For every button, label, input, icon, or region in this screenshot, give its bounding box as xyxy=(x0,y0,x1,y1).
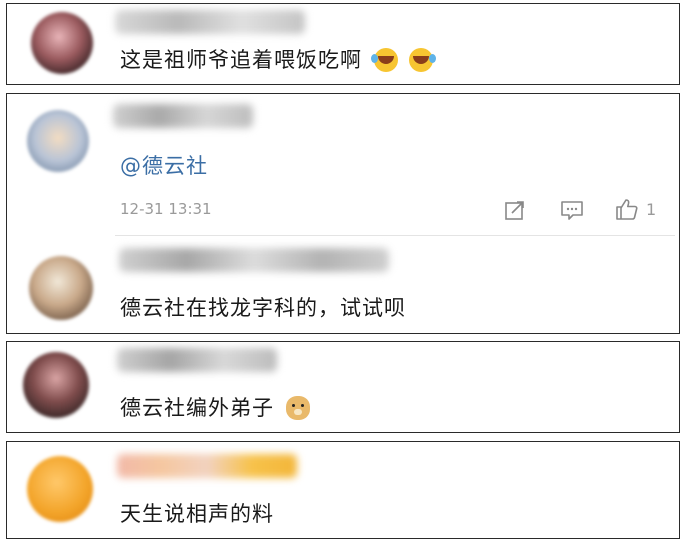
thumbs-up-icon[interactable] xyxy=(614,196,640,222)
username-blurred[interactable] xyxy=(113,104,253,128)
reply-text: 德云社在找龙字科的，试试呗 xyxy=(120,296,406,320)
comment-text: 天生说相声的料 xyxy=(120,502,274,526)
comment-text: 德云社编外弟子 xyxy=(120,392,310,422)
username-blurred[interactable] xyxy=(117,454,297,478)
comment-card: 这是祖师爷追着喂饭吃啊 xyxy=(6,3,680,85)
share-icon[interactable] xyxy=(503,198,527,222)
avatar[interactable] xyxy=(27,110,89,172)
divider xyxy=(115,235,675,236)
comment-icon[interactable] xyxy=(559,198,585,222)
comment-text-content: 这是祖师爷追着喂饭吃啊 xyxy=(120,48,362,72)
comment-card: 德云社编外弟子 xyxy=(6,341,680,433)
avatar[interactable] xyxy=(31,12,93,74)
username-blurred[interactable] xyxy=(115,10,305,34)
comment-card: 天生说相声的料 xyxy=(6,441,680,539)
username-blurred[interactable] xyxy=(119,248,389,272)
comment-text: 这是祖师爷追着喂饭吃啊 xyxy=(120,44,437,74)
avatar[interactable] xyxy=(23,352,89,418)
comment-timestamp: 12-31 13:31 xyxy=(120,200,212,218)
laughing-crying-emoji-icon xyxy=(409,48,437,72)
username-blurred[interactable] xyxy=(117,348,277,372)
laughing-crying-emoji-icon xyxy=(370,48,398,72)
comment-text-content: 德云社编外弟子 xyxy=(120,396,274,420)
mention-link[interactable]: @德云社 xyxy=(120,150,208,180)
like-count: 1 xyxy=(646,200,657,219)
avatar[interactable] xyxy=(27,456,93,522)
doge-emoji-icon xyxy=(285,396,310,420)
comment-card: @德云社 12-31 13:31 1 德云社在找龙字科的，试试呗 xyxy=(6,93,680,334)
avatar[interactable] xyxy=(29,256,93,320)
